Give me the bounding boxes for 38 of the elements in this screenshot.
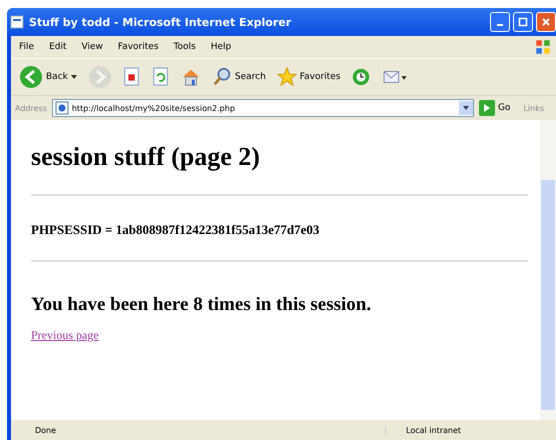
- page-icon: [54, 101, 69, 115]
- menu-item[interactable]: Tools: [174, 42, 196, 52]
- refresh-icon: [152, 67, 170, 87]
- menu-item[interactable]: View: [82, 42, 103, 52]
- menu-item[interactable]: Edit: [49, 42, 66, 52]
- star-icon: [276, 67, 297, 87]
- previous-page-link[interactable]: Previous page: [31, 328, 99, 343]
- maximize-icon: [518, 17, 528, 27]
- menu-item[interactable]: Help: [210, 42, 232, 52]
- maximize-button[interactable]: [513, 12, 533, 32]
- menu-item[interactable]: File: [19, 42, 34, 52]
- session-id-text: PHPSESSID = 1ab808987f12422381f55a13e77d7e03: [31, 222, 320, 238]
- favorites-button[interactable]: Favorites: [274, 67, 342, 87]
- search-icon: [212, 67, 232, 87]
- stop-icon: [122, 67, 141, 87]
- address-label: Address: [15, 104, 47, 112]
- windows-logo-icon: [534, 38, 552, 56]
- menu-item[interactable]: Favorites: [118, 42, 159, 52]
- back-button[interactable]: Back: [17, 65, 79, 89]
- dropdown-icon[interactable]: [458, 101, 473, 115]
- minimize-button[interactable]: [490, 12, 510, 32]
- close-button[interactable]: [536, 12, 556, 32]
- search-button[interactable]: Search: [210, 67, 268, 87]
- play-icon: [478, 100, 495, 116]
- zone-text: Local intranet: [385, 426, 556, 434]
- visit-count-text: You have been here 8 times in this session.: [31, 294, 372, 316]
- status-text: Done: [35, 426, 56, 434]
- window-title: Stuff by todd - Microsoft Internet Explorer: [29, 16, 292, 28]
- scrollbar[interactable]: [540, 120, 556, 420]
- clock-icon: [351, 67, 372, 87]
- go-button[interactable]: Go: [478, 100, 510, 116]
- close-icon: [541, 17, 551, 27]
- page-icon: [10, 15, 24, 29]
- minimize-icon: [497, 24, 503, 26]
- house-icon: [180, 67, 201, 87]
- page-heading: session stuff (page 2): [31, 142, 261, 172]
- address-field[interactable]: http://localhost/my%20site/session2.php: [52, 99, 474, 117]
- caret-icon: [70, 75, 77, 79]
